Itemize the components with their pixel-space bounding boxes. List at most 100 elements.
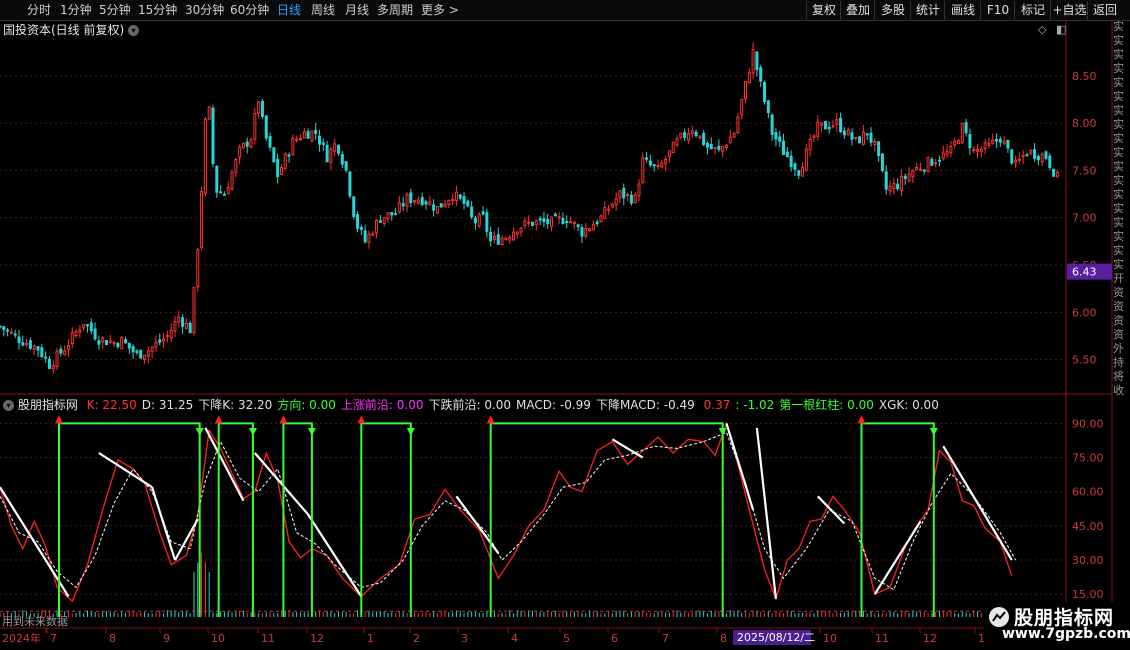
indicator-tick-label: 60.00: [1072, 486, 1104, 499]
candle-body: [215, 165, 219, 193]
candle-body: [105, 340, 108, 345]
candle-body: [614, 198, 618, 206]
candle-body: [949, 145, 953, 154]
candle-body: [633, 194, 637, 204]
x-tick-label: 12: [923, 632, 937, 645]
candle-body: [534, 220, 538, 225]
candle-body: [930, 158, 934, 166]
candle-body: [869, 132, 873, 143]
candle-body: [337, 144, 341, 154]
candle-body: [473, 217, 477, 224]
down-arrow-icon: [929, 427, 938, 436]
candle-body: [451, 198, 455, 201]
candle-body: [318, 135, 321, 145]
candle-body: [732, 133, 736, 138]
candle-body: [523, 220, 527, 226]
candle-body: [344, 161, 348, 171]
candle-body: [858, 136, 862, 144]
candle-body: [987, 142, 991, 146]
candle-body: [709, 143, 713, 150]
candle-body: [519, 227, 523, 233]
candle-body: [508, 236, 512, 241]
candle-body: [485, 212, 489, 232]
candle-body: [162, 338, 166, 342]
candle-body: [968, 134, 972, 149]
candle-body: [747, 72, 751, 84]
price-tick-label: 7.00: [1072, 212, 1097, 225]
candle-body: [28, 340, 32, 349]
candle-body: [89, 322, 93, 332]
price-tick-label: 8.00: [1072, 117, 1097, 130]
candle-body: [158, 339, 162, 343]
candle-body: [945, 151, 949, 156]
segment-下降K: [942, 445, 1013, 561]
candle-body: [854, 136, 858, 139]
candle-body: [416, 199, 420, 204]
candle-body: [378, 220, 382, 223]
candle-body: [926, 157, 930, 172]
candle-body: [740, 98, 744, 116]
candle-body: [865, 133, 869, 136]
candle-body: [827, 126, 831, 130]
candle-body: [1014, 159, 1018, 163]
candle-body: [447, 199, 451, 205]
candle-body: [941, 152, 945, 160]
candle-body: [618, 190, 622, 199]
candle-body: [976, 148, 980, 152]
candle-body: [283, 153, 287, 169]
x-tick-label: 10: [211, 632, 225, 645]
candle-body: [432, 204, 436, 211]
candle-body: [873, 141, 877, 146]
candle-body: [397, 202, 401, 213]
candle-body: [880, 153, 884, 172]
candle-body: [918, 168, 922, 171]
x-tick-label: 11: [875, 632, 889, 645]
candle-body: [291, 137, 295, 156]
candle-body: [915, 166, 919, 170]
candle-body: [382, 217, 386, 224]
candle-body: [329, 148, 333, 163]
indicator-tick-label: 90.00: [1072, 417, 1104, 430]
candle-body: [831, 125, 835, 128]
segment-方向: [217, 422, 254, 617]
candle-body: [466, 200, 470, 207]
candle-body: [9, 331, 13, 334]
candle-body: [112, 342, 116, 345]
x-tick-label: 8: [720, 632, 727, 645]
candle-body: [25, 343, 29, 346]
candle-body: [793, 163, 797, 170]
candle-body: [279, 166, 283, 175]
candle-body: [135, 350, 139, 353]
candle-body: [922, 169, 926, 172]
candle-body: [576, 224, 580, 227]
candle-body: [903, 175, 907, 180]
candle-body: [257, 101, 261, 114]
up-arrow-icon: [54, 415, 63, 424]
candle-body: [839, 117, 843, 133]
x-tick-label: 2: [413, 632, 420, 645]
candle-body: [192, 287, 196, 334]
candle-body: [641, 157, 645, 184]
candle-body: [116, 342, 120, 348]
segment-下降K: [151, 486, 177, 561]
candle-body: [648, 160, 652, 166]
candle-body: [808, 138, 812, 151]
candle-body: [861, 131, 865, 145]
candle-body: [656, 165, 660, 168]
candle-body: [264, 115, 268, 139]
candle-body: [413, 200, 417, 203]
candle-body: [298, 138, 302, 141]
candle-body: [401, 203, 405, 207]
candle-body: [139, 349, 143, 359]
candle-body: [443, 203, 447, 208]
indicator-tick-label: 45.00: [1072, 520, 1104, 533]
candle-body: [40, 347, 44, 358]
candle-body: [667, 150, 671, 158]
x-tick-label: 9: [163, 632, 170, 645]
candle-body: [546, 218, 550, 225]
candle-body: [150, 346, 154, 352]
segment-下降K: [873, 520, 922, 595]
price-chart[interactable]: 5.506.006.507.007.508.008.506.4315.0030.…: [0, 0, 1130, 650]
candle-body: [470, 206, 474, 218]
segment-下降K: [204, 427, 245, 502]
